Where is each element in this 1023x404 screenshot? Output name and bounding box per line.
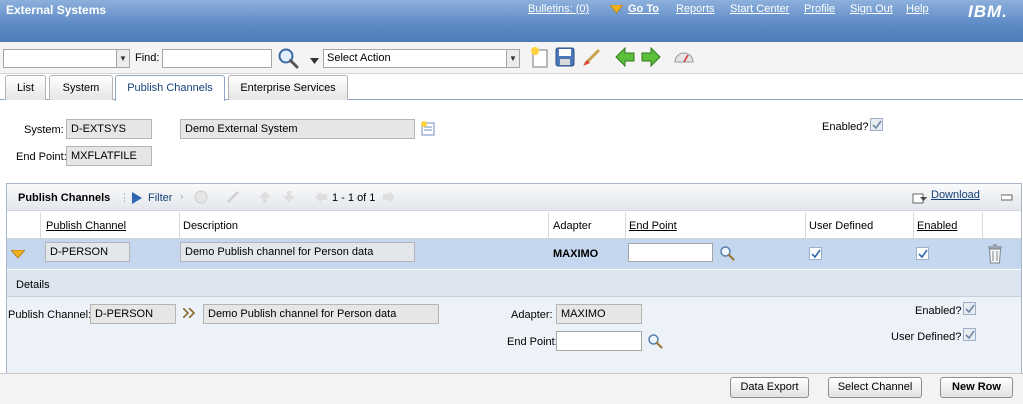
column-separator [913,212,914,239]
tab-enterprise-services[interactable]: Enterprise Services [228,75,348,100]
previous-record-icon[interactable] [615,46,635,70]
tab-list[interactable]: List [5,75,46,100]
collapse-row-icon[interactable] [10,249,26,262]
enabled-checkbox [870,118,883,131]
arrow-down-icon [282,190,296,207]
reports-link[interactable]: Reports [676,3,715,15]
details-header [7,270,1021,297]
column-separator [40,212,41,239]
column-separator [179,212,180,239]
tab-publish-channels[interactable]: Publish Channels [115,75,225,101]
details-title: Details [16,279,50,291]
arrow-up-icon [258,190,272,207]
row-description: Demo Publish channel for Person data [180,242,415,262]
data-export-button[interactable]: Data Export [730,377,809,398]
section-title: Publish Channels [18,192,111,204]
trash-icon[interactable] [986,244,1004,267]
column-separator [982,212,983,239]
details-enabled-checkbox [963,302,976,315]
details-adapter-field: MAXIMO [556,304,642,324]
enabled-label: Enabled? [822,121,869,133]
filter-link[interactable]: Filter [148,192,172,204]
dashboard-icon[interactable] [673,48,695,67]
paging-text: 1 - 1 of 1 [332,192,376,204]
chevron-down-icon[interactable] [310,55,319,67]
endpoint-label: End Point: [16,151,67,163]
separator: ⋮ [119,192,130,204]
table-row[interactable] [7,239,1021,269]
column-separator [805,212,806,239]
new-record-icon[interactable] [530,46,550,71]
new-row-button[interactable]: New Row [940,377,1013,398]
chevron-down-icon[interactable]: ▼ [116,49,130,68]
profile-link[interactable]: Profile [804,3,835,15]
start-center-link[interactable]: Start Center [730,3,789,15]
clear-filter-icon [194,190,208,207]
long-description-icon[interactable] [420,120,438,139]
row-user-defined-checkbox [809,247,822,260]
tab-system[interactable]: System [49,75,113,100]
goto-link[interactable]: Go To [628,3,659,15]
app-query-dropdown[interactable] [3,49,117,68]
row-end-point-input[interactable] [628,243,713,262]
sign-out-link[interactable]: Sign Out [850,3,893,15]
select-channel-button[interactable]: Select Channel [828,377,922,398]
col-end-point[interactable]: End Point [629,220,677,232]
row-adapter: MAXIMO [553,248,599,260]
details-publish-channel-field: D-PERSON [90,304,176,324]
details-description-field: Demo Publish channel for Person data [203,304,439,324]
column-separator [625,212,626,239]
find-input[interactable] [162,49,272,68]
goto-arrow-icon [609,4,624,17]
column-separator [548,212,549,239]
next-record-icon[interactable] [641,46,661,70]
system-label: System: [24,124,64,136]
edit-icon [226,190,240,207]
help-link[interactable]: Help [906,3,929,15]
previous-page-icon [314,190,328,207]
collapse-section-icon[interactable] [1000,193,1013,205]
app-title: External Systems [6,3,107,17]
col-publish-channel[interactable]: Publish Channel [46,220,126,232]
download-icon[interactable] [912,191,928,207]
ibm-logo: IBM. [968,2,1008,21]
details-adapter-label: Adapter: [511,309,553,321]
details-publish-channel-label: Publish Channel: [8,309,92,321]
grey-arrow-icon: › [180,191,184,203]
details-endpoint-input[interactable] [556,331,642,351]
bulletins-link[interactable]: Bulletins: (0) [528,3,589,15]
row-publish-channel: D-PERSON [45,242,130,262]
next-page-icon [382,190,396,207]
endpoint-field: MXFLATFILE [66,146,152,166]
details-endpoint-label: End Point: [507,336,558,348]
col-enabled[interactable]: Enabled [917,220,957,232]
row-enabled-checkbox [916,247,929,260]
search-icon[interactable] [647,333,663,352]
save-icon[interactable] [555,47,575,70]
clear-changes-icon[interactable] [581,46,603,71]
go-to-application-icon[interactable] [182,307,196,321]
system-field: D-EXTSYS [66,119,152,139]
filter-icon[interactable] [132,192,142,207]
details-user-defined-checkbox [963,328,976,341]
search-icon[interactable] [277,47,299,72]
download-link[interactable]: Download [931,189,980,201]
find-label: Find: [135,52,160,64]
col-description: Description [183,220,239,232]
col-user-defined: User Defined [809,220,874,232]
system-description-field: Demo External System [180,119,415,139]
select-action-dropdown[interactable]: Select Action [323,49,507,68]
details-user-defined-label: User Defined? [891,331,962,343]
chevron-down-icon[interactable]: ▼ [506,49,520,68]
col-adapter: Adapter [553,220,592,232]
search-icon[interactable] [719,245,735,264]
details-enabled-label: Enabled? [915,305,962,317]
